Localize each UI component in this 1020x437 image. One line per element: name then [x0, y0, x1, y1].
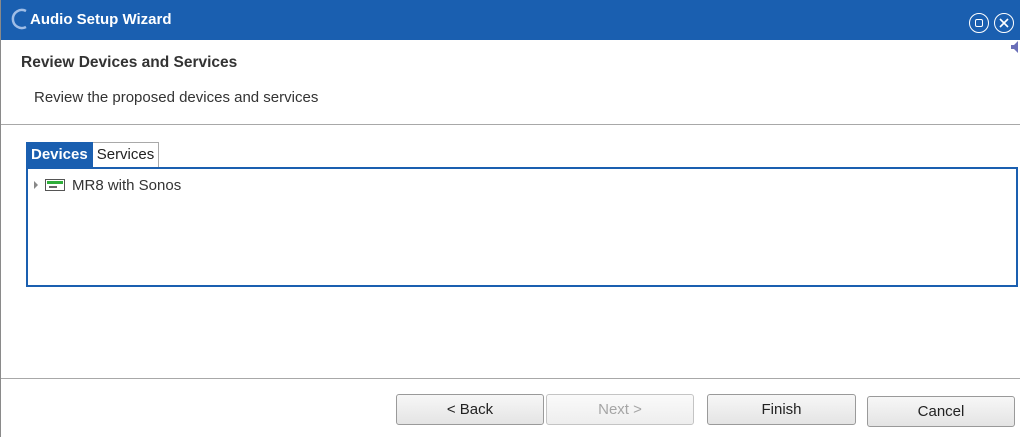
page-subtitle: Review the proposed devices and services: [34, 89, 319, 106]
expand-arrow-icon[interactable]: [34, 181, 38, 189]
window-title: Audio Setup Wizard: [30, 11, 172, 28]
devices-panel: MR8 with Sonos: [26, 167, 1018, 287]
tree-item-device[interactable]: MR8 with Sonos: [34, 176, 181, 194]
close-button[interactable]: [994, 13, 1014, 33]
device-icon: [45, 179, 65, 191]
page-title: Review Devices and Services: [21, 54, 238, 71]
footer-divider: [1, 378, 1020, 379]
restore-icon: [975, 19, 983, 27]
cancel-button[interactable]: Cancel: [867, 396, 1015, 427]
next-button[interactable]: Next >: [546, 394, 694, 425]
tab-services[interactable]: Services: [92, 142, 160, 167]
close-icon: [999, 18, 1009, 28]
wizard-window: Audio Setup Wizard Review Devices and Se…: [0, 0, 1020, 437]
tab-devices[interactable]: Devices: [26, 142, 93, 167]
title-bar: Audio Setup Wizard: [1, 0, 1020, 40]
header-divider: [1, 124, 1020, 125]
back-button[interactable]: < Back: [396, 394, 544, 425]
speaker-icon[interactable]: [1009, 40, 1020, 54]
app-logo-icon: [11, 8, 27, 30]
tree-item-label: MR8 with Sonos: [72, 176, 182, 194]
restore-button[interactable]: [969, 13, 989, 33]
finish-button[interactable]: Finish: [707, 394, 856, 425]
tab-bar: Devices Services: [26, 142, 160, 167]
